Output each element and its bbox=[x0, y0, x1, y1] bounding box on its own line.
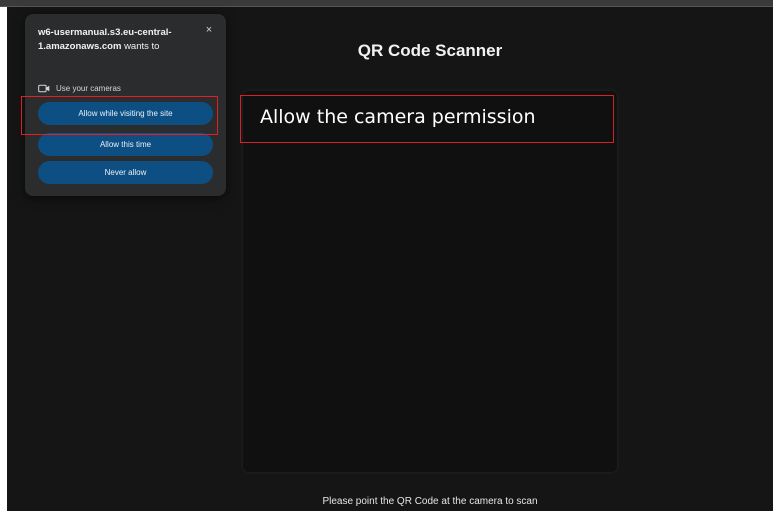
camera-preview bbox=[243, 91, 617, 472]
never-allow-button[interactable]: Never allow bbox=[38, 161, 213, 184]
close-icon[interactable]: × bbox=[202, 23, 216, 37]
scan-instruction: Please point the QR Code at the camera t… bbox=[322, 496, 538, 507]
annotation-callout: Allow the camera permission bbox=[240, 95, 614, 143]
page-title: QR Code Scanner bbox=[357, 41, 503, 60]
permission-request-text: w6-usermanual.s3.eu-central-1.amazonaws.… bbox=[38, 26, 203, 54]
camera-icon bbox=[38, 84, 50, 92]
browser-top-edge bbox=[0, 0, 773, 7]
highlight-allow-button bbox=[21, 96, 218, 135]
wants-to-text: wants to bbox=[124, 41, 160, 52]
permission-label: Use your cameras bbox=[56, 83, 121, 93]
permission-type: Use your cameras bbox=[38, 82, 121, 94]
allow-this-time-button[interactable]: Allow this time bbox=[38, 133, 213, 156]
